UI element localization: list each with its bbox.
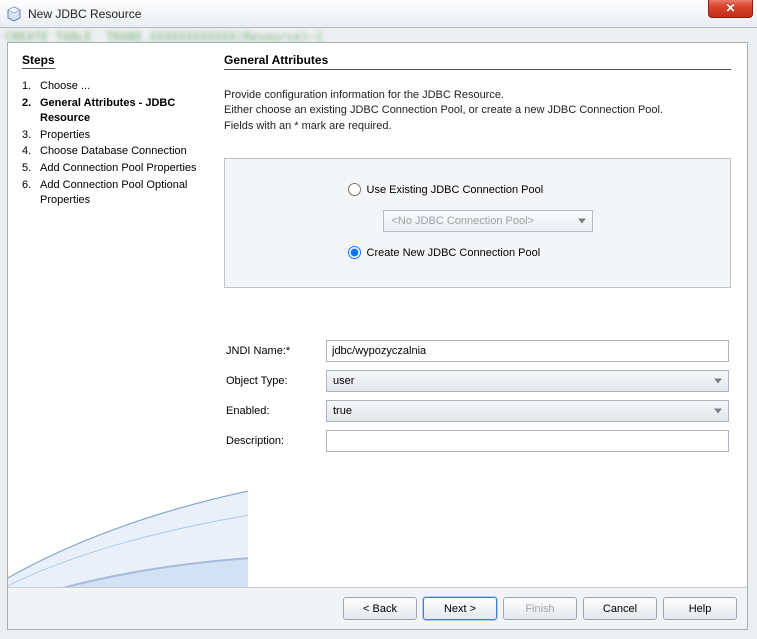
attributes-form: JNDI Name:* Object Type: user Enabled: <box>224 336 731 456</box>
object-type-label: Object Type: <box>224 366 324 396</box>
steps-sidebar: Steps 1. Choose ... 2. General Attribute… <box>8 43 208 587</box>
step-label: Properties <box>40 128 202 143</box>
help-button[interactable]: Help <box>663 597 737 620</box>
chevron-down-icon <box>578 219 586 224</box>
chevron-down-icon <box>714 379 722 384</box>
radio-row-existing[interactable]: Use Existing JDBC Connection Pool <box>348 183 608 196</box>
use-existing-radio[interactable] <box>348 183 361 196</box>
steps-list: 1. Choose ... 2. General Attributes - JD… <box>22 79 202 208</box>
window-title: New JDBC Resource <box>28 7 141 21</box>
object-type-select[interactable]: user <box>326 370 729 392</box>
enabled-select[interactable]: true <box>326 400 729 422</box>
app-icon <box>6 6 22 22</box>
intro-text: Provide configuration information for th… <box>224 88 731 134</box>
enabled-label: Enabled: <box>224 396 324 426</box>
step-label: Choose Database Connection <box>40 144 202 159</box>
next-button[interactable]: Next > <box>423 597 497 620</box>
intro-line: Either choose an existing JDBC Connectio… <box>224 103 731 118</box>
description-input[interactable] <box>326 430 729 452</box>
intro-line: Fields with an * mark are required. <box>224 119 731 134</box>
create-new-label[interactable]: Create New JDBC Connection Pool <box>367 247 541 259</box>
wizard-buttonbar: < Back Next > Finish Cancel Help <box>8 587 747 629</box>
step-label: General Attributes - JDBC Resource <box>40 96 202 126</box>
step-num: 2. <box>22 96 40 126</box>
step-item-3: 3. Properties <box>22 128 202 143</box>
pool-select-placeholder: <No JDBC Connection Pool> <box>392 215 534 227</box>
intro-line: Provide configuration information for th… <box>224 88 731 103</box>
cancel-button[interactable]: Cancel <box>583 597 657 620</box>
step-num: 4. <box>22 144 40 159</box>
use-existing-label[interactable]: Use Existing JDBC Connection Pool <box>367 184 544 196</box>
step-item-2: 2. General Attributes - JDBC Resource <box>22 96 202 126</box>
steps-heading: Steps <box>22 53 55 69</box>
step-item-4: 4. Choose Database Connection <box>22 144 202 159</box>
object-type-value: user <box>333 375 354 387</box>
step-label: Add Connection Pool Properties <box>40 161 202 176</box>
main-panel: General Attributes Provide configuration… <box>208 43 747 587</box>
step-item-1: 1. Choose ... <box>22 79 202 94</box>
create-new-radio[interactable] <box>348 246 361 259</box>
dialog-content: Steps 1. Choose ... 2. General Attribute… <box>8 43 747 587</box>
back-button[interactable]: < Back <box>343 597 417 620</box>
step-num: 3. <box>22 128 40 143</box>
chevron-down-icon <box>714 409 722 414</box>
wizard-dialog: Steps 1. Choose ... 2. General Attribute… <box>7 42 748 630</box>
finish-button: Finish <box>503 597 577 620</box>
description-label: Description: <box>224 426 324 456</box>
page-title: General Attributes <box>224 53 731 70</box>
close-icon: ✕ <box>725 2 735 14</box>
existing-pool-select: <No JDBC Connection Pool> <box>383 210 593 232</box>
close-button[interactable]: ✕ <box>708 0 753 18</box>
titlebar: New JDBC Resource ✕ <box>0 0 757 28</box>
step-num: 5. <box>22 161 40 176</box>
jndi-name-label: JNDI Name:* <box>224 336 324 366</box>
enabled-value: true <box>333 405 352 417</box>
step-num: 6. <box>22 178 40 208</box>
step-item-5: 5. Add Connection Pool Properties <box>22 161 202 176</box>
jndi-name-input[interactable] <box>326 340 729 362</box>
step-label: Choose ... <box>40 79 202 94</box>
pool-choice-panel: Use Existing JDBC Connection Pool <No JD… <box>224 158 731 288</box>
radio-row-create[interactable]: Create New JDBC Connection Pool <box>348 246 608 259</box>
step-num: 1. <box>22 79 40 94</box>
step-item-6: 6. Add Connection Pool Optional Properti… <box>22 178 202 208</box>
step-label: Add Connection Pool Optional Properties <box>40 178 202 208</box>
